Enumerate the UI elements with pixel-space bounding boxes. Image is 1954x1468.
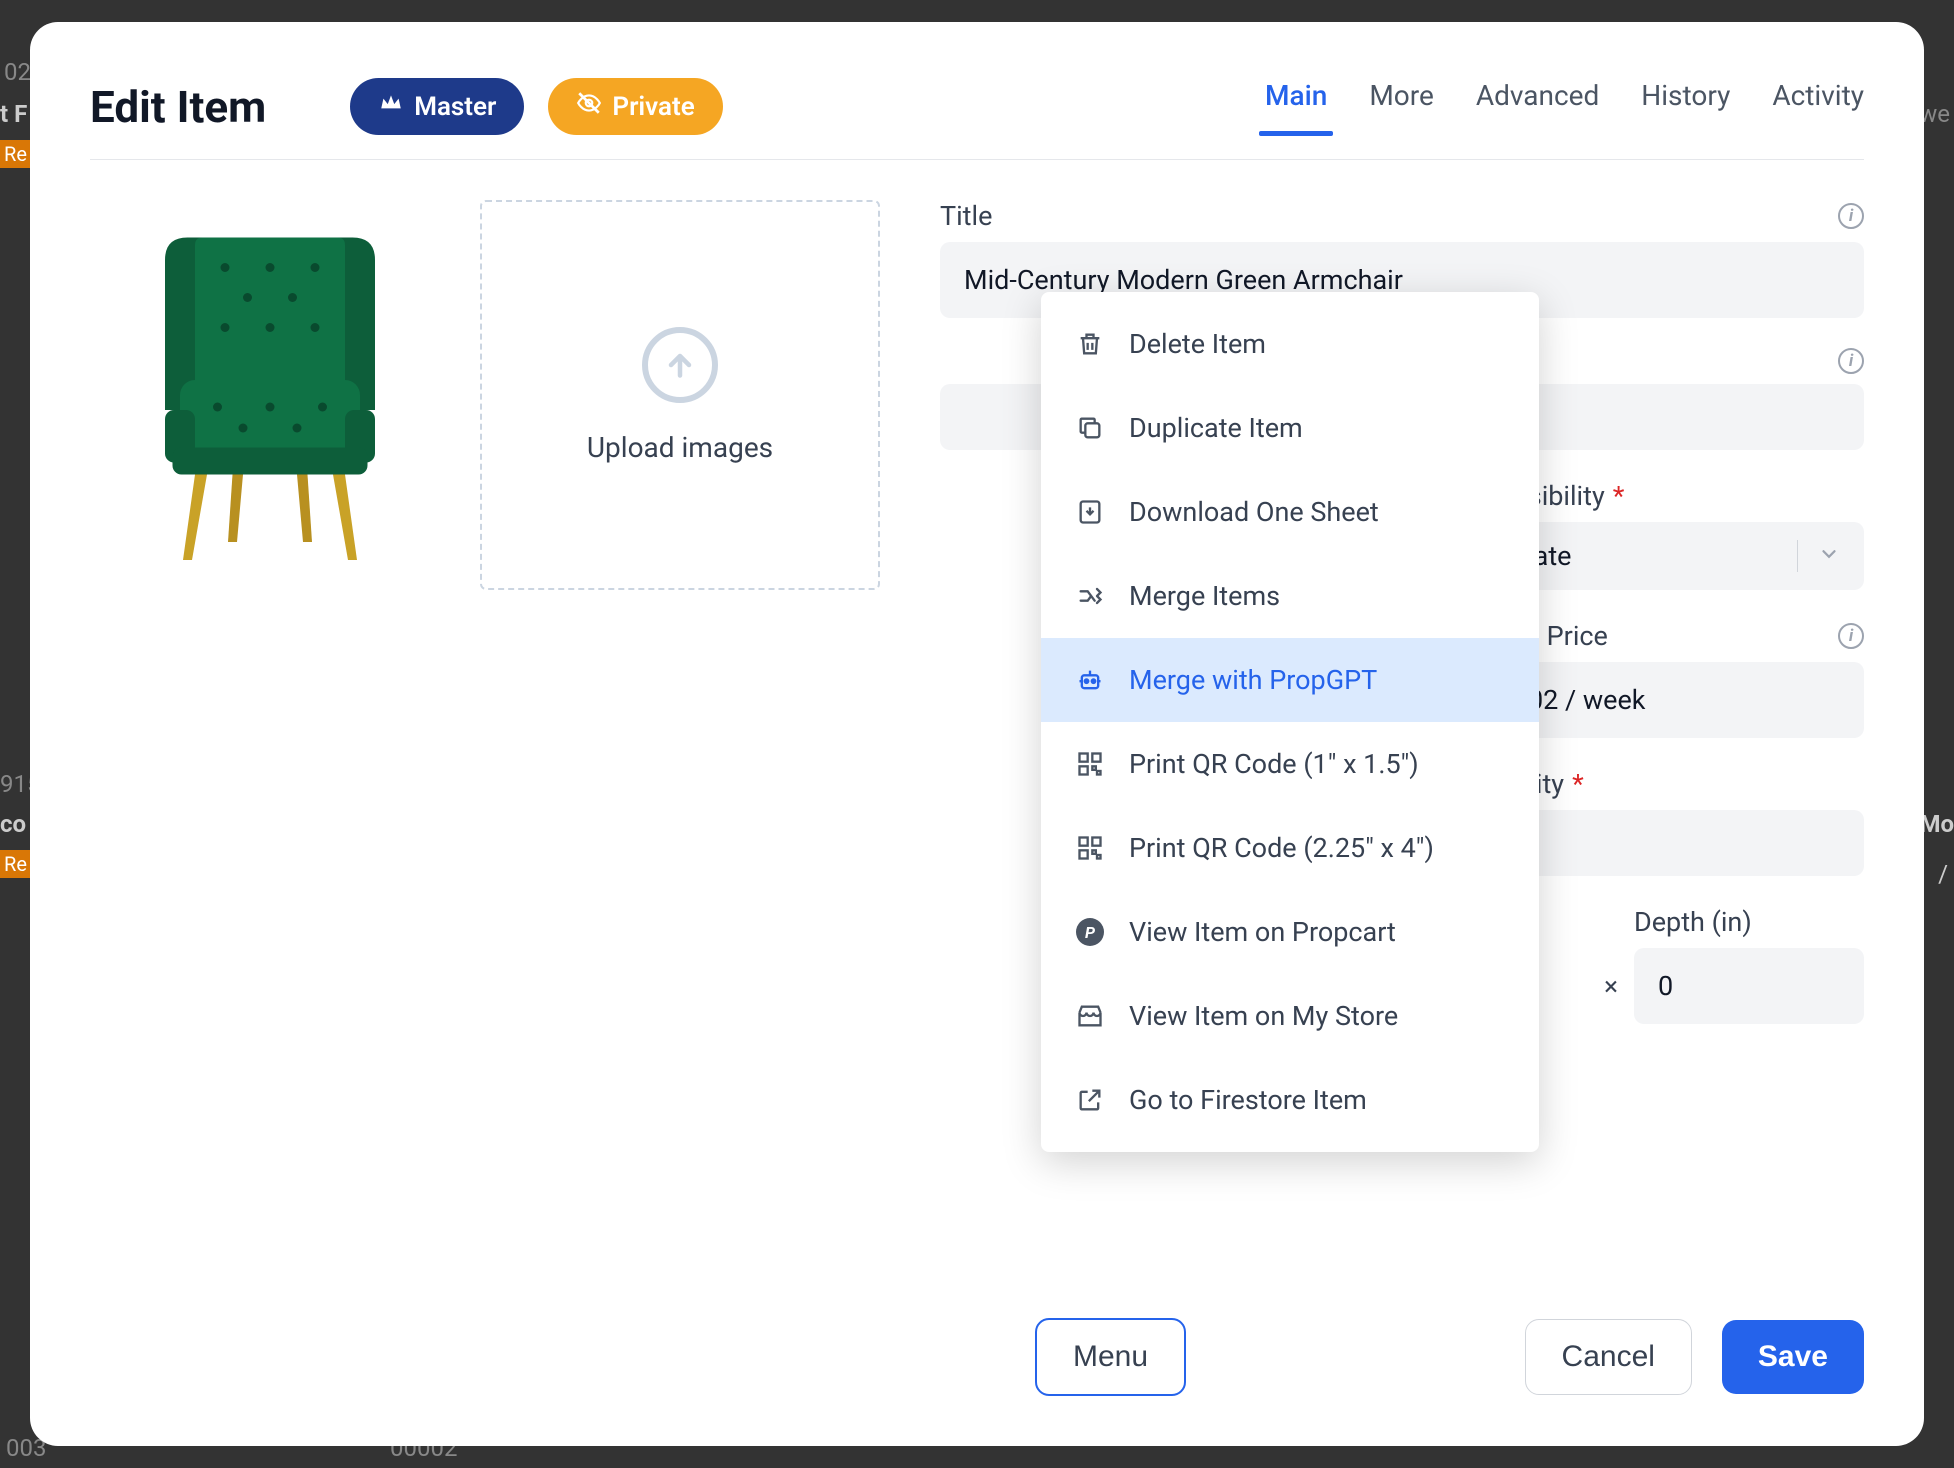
tab-bar: Main More Advanced History Activity: [1265, 79, 1864, 134]
propcart-icon: P: [1075, 917, 1105, 947]
bg-text: Re: [0, 850, 31, 878]
menu-item-print-qr-small[interactable]: Print QR Code (1" x 1.5"): [1041, 722, 1539, 806]
menu-item-label: View Item on Propcart: [1129, 916, 1396, 948]
menu-item-merge-propgpt[interactable]: Merge with PropGPT: [1041, 638, 1539, 722]
download-icon: [1075, 497, 1105, 527]
menu-item-duplicate[interactable]: Duplicate Item: [1041, 386, 1539, 470]
menu-item-label: Download One Sheet: [1129, 496, 1379, 528]
copy-icon: [1075, 413, 1105, 443]
qr-icon: [1075, 833, 1105, 863]
depth-field-group: Depth (in) 0: [1634, 906, 1864, 1024]
merge-icon: [1075, 581, 1105, 611]
quantity-input[interactable]: [1504, 810, 1864, 876]
eye-off-icon: [576, 90, 602, 123]
menu-item-firestore[interactable]: Go to Firestore Item: [1041, 1058, 1539, 1142]
menu-item-label: Print QR Code (1" x 1.5"): [1129, 748, 1419, 780]
info-icon[interactable]: i: [1838, 623, 1864, 649]
depth-label: Depth (in): [1634, 906, 1864, 938]
image-section: Upload images: [90, 200, 880, 1288]
dimensions-row: × Depth (in) 0: [1604, 906, 1864, 1024]
visibility-field-group: Visibility * Private: [1504, 480, 1864, 590]
private-badge-label: Private: [612, 92, 694, 122]
chevron-down-icon: [1797, 540, 1840, 572]
bg-text: t F: [0, 100, 27, 128]
robot-icon: [1075, 665, 1105, 695]
bg-text: /: [1938, 860, 1948, 888]
menu-item-merge-items[interactable]: Merge Items: [1041, 554, 1539, 638]
external-link-icon: [1075, 1085, 1105, 1115]
modal-body: Upload images Title i Mid-Century Modern…: [90, 160, 1864, 1288]
tab-main[interactable]: Main: [1265, 79, 1327, 134]
upload-label: Upload images: [587, 431, 773, 464]
menu-item-download-one-sheet[interactable]: Download One Sheet: [1041, 470, 1539, 554]
crown-icon: [378, 90, 404, 123]
visibility-label: Visibility *: [1504, 480, 1864, 512]
rental-price-field-group: Rental Price i 02 / week: [1504, 620, 1864, 738]
store-icon: [1075, 1001, 1105, 1031]
page-title: Edit Item: [90, 81, 266, 133]
info-icon[interactable]: i: [1838, 348, 1864, 374]
save-button[interactable]: Save: [1722, 1320, 1864, 1394]
rental-price-input[interactable]: 02 / week: [1504, 662, 1864, 738]
bg-text: co: [0, 810, 26, 838]
info-icon[interactable]: i: [1838, 203, 1864, 229]
modal-header: Edit Item Master Private Main More Advan…: [90, 78, 1864, 160]
menu-item-label: Merge with PropGPT: [1129, 664, 1377, 696]
visibility-select[interactable]: Private: [1504, 522, 1864, 590]
tab-advanced[interactable]: Advanced: [1476, 79, 1599, 134]
menu-item-label: Delete Item: [1129, 328, 1266, 360]
quantity-field-group: Quantity *: [1504, 768, 1864, 876]
bg-text: Re: [0, 140, 31, 168]
menu-item-label: Duplicate Item: [1129, 412, 1303, 444]
menu-item-label: Go to Firestore Item: [1129, 1084, 1367, 1116]
dimension-separator: ×: [1604, 972, 1618, 1024]
bg-text: Mo: [1919, 810, 1954, 838]
tab-history[interactable]: History: [1641, 79, 1730, 134]
bg-text: 02: [4, 58, 31, 86]
menu-button[interactable]: Menu: [1035, 1318, 1186, 1396]
menu-item-delete[interactable]: Delete Item: [1041, 302, 1539, 386]
chair-image: [120, 215, 420, 575]
menu-item-view-store[interactable]: View Item on My Store: [1041, 974, 1539, 1058]
tab-more[interactable]: More: [1369, 79, 1434, 134]
menu-item-label: View Item on My Store: [1129, 1000, 1398, 1032]
depth-input[interactable]: 0: [1634, 948, 1864, 1024]
upload-icon: [642, 327, 718, 403]
menu-item-label: Merge Items: [1129, 580, 1280, 612]
qr-icon: [1075, 749, 1105, 779]
trash-icon: [1075, 329, 1105, 359]
upload-images-dropzone[interactable]: Upload images: [480, 200, 880, 590]
menu-item-label: Print QR Code (2.25" x 4"): [1129, 832, 1434, 864]
menu-item-view-propcart[interactable]: P View Item on Propcart: [1041, 890, 1539, 974]
tab-activity[interactable]: Activity: [1772, 79, 1864, 134]
cancel-button[interactable]: Cancel: [1525, 1319, 1692, 1395]
item-thumbnail[interactable]: [90, 200, 450, 590]
menu-dropdown: Delete Item Duplicate Item Download One …: [1041, 292, 1539, 1152]
private-badge[interactable]: Private: [548, 78, 722, 135]
menu-item-print-qr-large[interactable]: Print QR Code (2.25" x 4"): [1041, 806, 1539, 890]
master-badge[interactable]: Master: [350, 78, 524, 135]
modal-footer: Menu Cancel Save: [90, 1288, 1864, 1396]
title-label: Title: [940, 200, 992, 232]
master-badge-label: Master: [414, 92, 496, 122]
edit-item-modal: Edit Item Master Private Main More Advan…: [30, 22, 1924, 1446]
